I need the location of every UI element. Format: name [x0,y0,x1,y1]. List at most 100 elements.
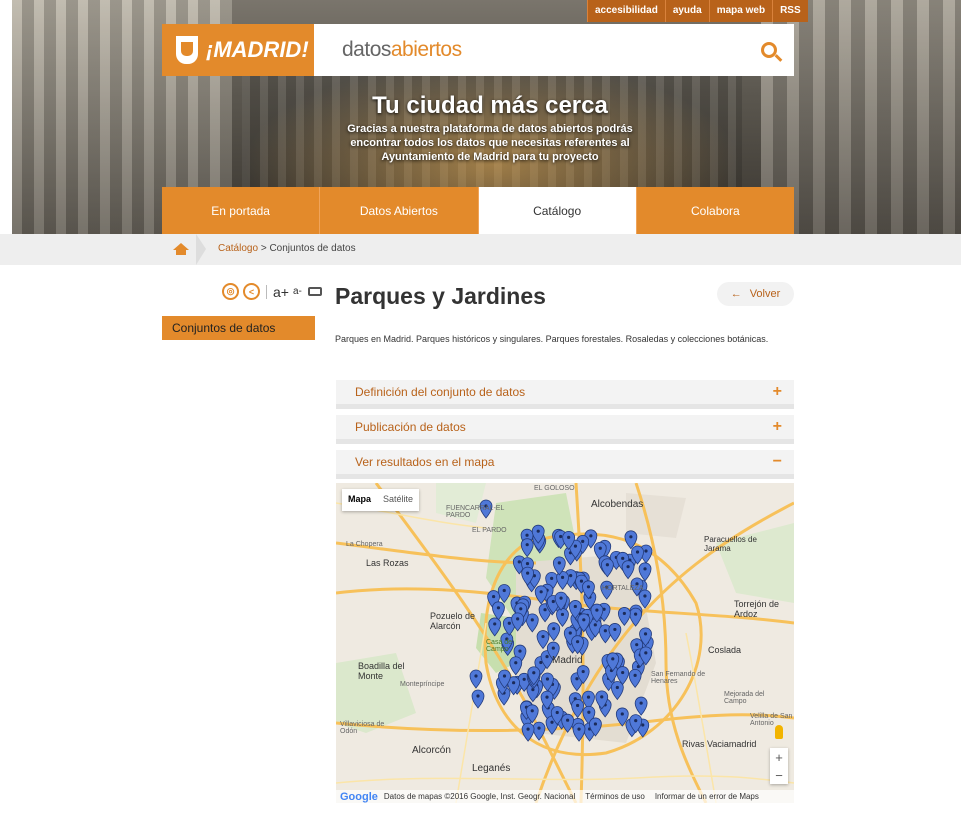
map-label-el-pardo: EL PARDO [472,527,507,534]
zoom-out-button[interactable]: − [770,766,788,784]
park-marker-dot [603,629,607,633]
map-label-alcorcon: Alcorcón [412,745,451,756]
park-marker-dot [502,674,507,678]
back-arrow-icon: ← [730,288,742,300]
top-link-ayuda[interactable]: ayuda [664,0,709,22]
park-marker-dot [568,631,572,635]
park-marker-dot [639,701,643,705]
park-marker-dot [545,695,549,699]
nav-colabora[interactable]: Colabora [636,187,794,234]
park-marker-dot [545,677,550,681]
map-type-map[interactable]: Mapa [342,489,377,511]
top-link-rss[interactable]: RSS [772,0,808,22]
park-marker-dot [496,606,501,610]
park-marker-icon[interactable] [638,562,652,582]
breadcrumb-home[interactable] [162,234,200,265]
map-label-villaviciosa: Villaviciosa de Odón [340,721,385,735]
back-button[interactable]: ← Volver [717,282,794,306]
home-icon [173,243,189,255]
park-marker-dot [493,622,497,626]
park-marker-icon[interactable] [521,722,535,742]
top-link-accesibilidad[interactable]: accesibilidad [587,0,665,22]
map-footer: Google Datos de mapas ©2016 Google, Inst… [336,790,794,803]
park-marker-dot [581,539,585,544]
map-label-casa-campo: Casa de Campo [486,639,513,653]
park-marker-dot [643,567,647,571]
park-marker-icon[interactable] [469,669,483,689]
map-label-velilla: Velilla de San Antonio [750,713,793,727]
nav-catalogo[interactable]: Catálogo [478,187,637,234]
park-marker-dot [512,681,516,685]
park-marker-icon[interactable] [471,689,485,709]
map-label-pozuelo: Pozuelo de Alarcón [430,611,476,631]
park-marker-dot [577,727,581,731]
nav-datos-abiertos[interactable]: Datos Abiertos [320,187,479,234]
breadcrumb: Catálogo > Conjuntos de datos [0,234,961,265]
madrid-logo[interactable]: ¡MADRID! [162,24,314,76]
park-marker-dot [641,723,645,727]
map-label-madrid: Madrid [552,655,583,666]
park-marker-dot [550,576,554,580]
page-root: accesibilidad ayuda mapa web RSS ¡MADRID… [0,0,961,813]
park-marker-dot [581,669,585,674]
map-report-link[interactable]: Informar de un error de Maps [655,792,759,801]
share-icon[interactable]: < [243,283,260,300]
park-marker-dot [634,612,638,616]
search-icon [761,42,777,58]
accordion-mapa[interactable]: Ver resultados en el mapa − [336,450,794,479]
expand-icon: + [772,418,782,435]
park-marker-dot [492,594,496,599]
park-marker-dot [586,695,591,699]
park-marker-dot [559,596,563,600]
park-marker-dot [593,623,597,627]
accordion-label: Ver resultados en el mapa [355,455,495,469]
breadcrumb-trail: Catálogo > Conjuntos de datos [218,243,356,254]
hero-title: Tu ciudad más cerca [372,92,608,119]
back-label: Volver [749,288,781,300]
park-marker-dot [532,671,536,675]
street-view-pegman-icon[interactable] [775,725,783,739]
park-marker-dot [575,703,580,708]
sidebar-item-conjuntos[interactable]: Conjuntos de datos [162,316,315,340]
madrid-logo-text: ¡MADRID! [206,37,309,62]
accordion-publicacion[interactable]: Publicación de datos + [336,415,794,444]
results-map[interactable]: Alcobendas FUENCARRAL-EL PARDO EL PARDO … [336,483,794,803]
park-marker-dot [560,612,565,617]
main-nav: En portada Datos Abiertos Catálogo Colab… [162,187,794,234]
top-link-mapa-web[interactable]: mapa web [708,0,773,22]
site-title[interactable]: datos abiertos [314,24,744,76]
map-label-el-goloso: EL GOLOSO [534,485,575,492]
map-terms-link[interactable]: Términos de uso [585,792,645,801]
park-marker-dot [474,674,478,678]
rss-icon[interactable]: ◎ [222,283,239,300]
map-type-satellite[interactable]: Satélite [377,489,419,511]
breadcrumb-catalogo[interactable]: Catálogo [218,243,258,254]
map-label-leganes: Leganés [472,763,511,774]
park-marker-dot [621,670,625,675]
zoom-in-button[interactable]: + [770,748,788,766]
park-marker-dot [573,544,578,548]
park-marker-dot [514,661,518,665]
map-label-alcobendas: Alcobendas [591,499,644,510]
park-marker-dot [626,565,630,569]
nav-en-portada[interactable]: En portada [162,187,321,234]
page-tools: ◎ < a+ a- [222,283,322,300]
park-marker-dot [582,618,586,622]
print-icon[interactable] [307,287,322,296]
park-marker-dot [635,643,639,647]
park-marker-dot [525,533,529,537]
expand-icon: + [772,383,782,400]
search-button[interactable] [744,24,794,76]
breadcrumb-current: Conjuntos de datos [269,243,356,254]
park-marker-dot [622,611,626,616]
park-marker-dot [522,677,526,681]
park-marker-dot [605,563,609,567]
madrid-shield-icon [176,36,198,64]
park-marker-dot [555,710,559,715]
accordion-definicion[interactable]: Definición del conjunto de datos + [336,380,794,409]
park-marker-dot [552,627,556,631]
map-label-san-fernando: San Fernando de Henares [651,671,706,685]
font-increase-button[interactable]: a+ [273,284,289,300]
map-label-las-rozas: Las Rozas [366,558,409,568]
font-decrease-button[interactable]: a- [293,286,302,297]
